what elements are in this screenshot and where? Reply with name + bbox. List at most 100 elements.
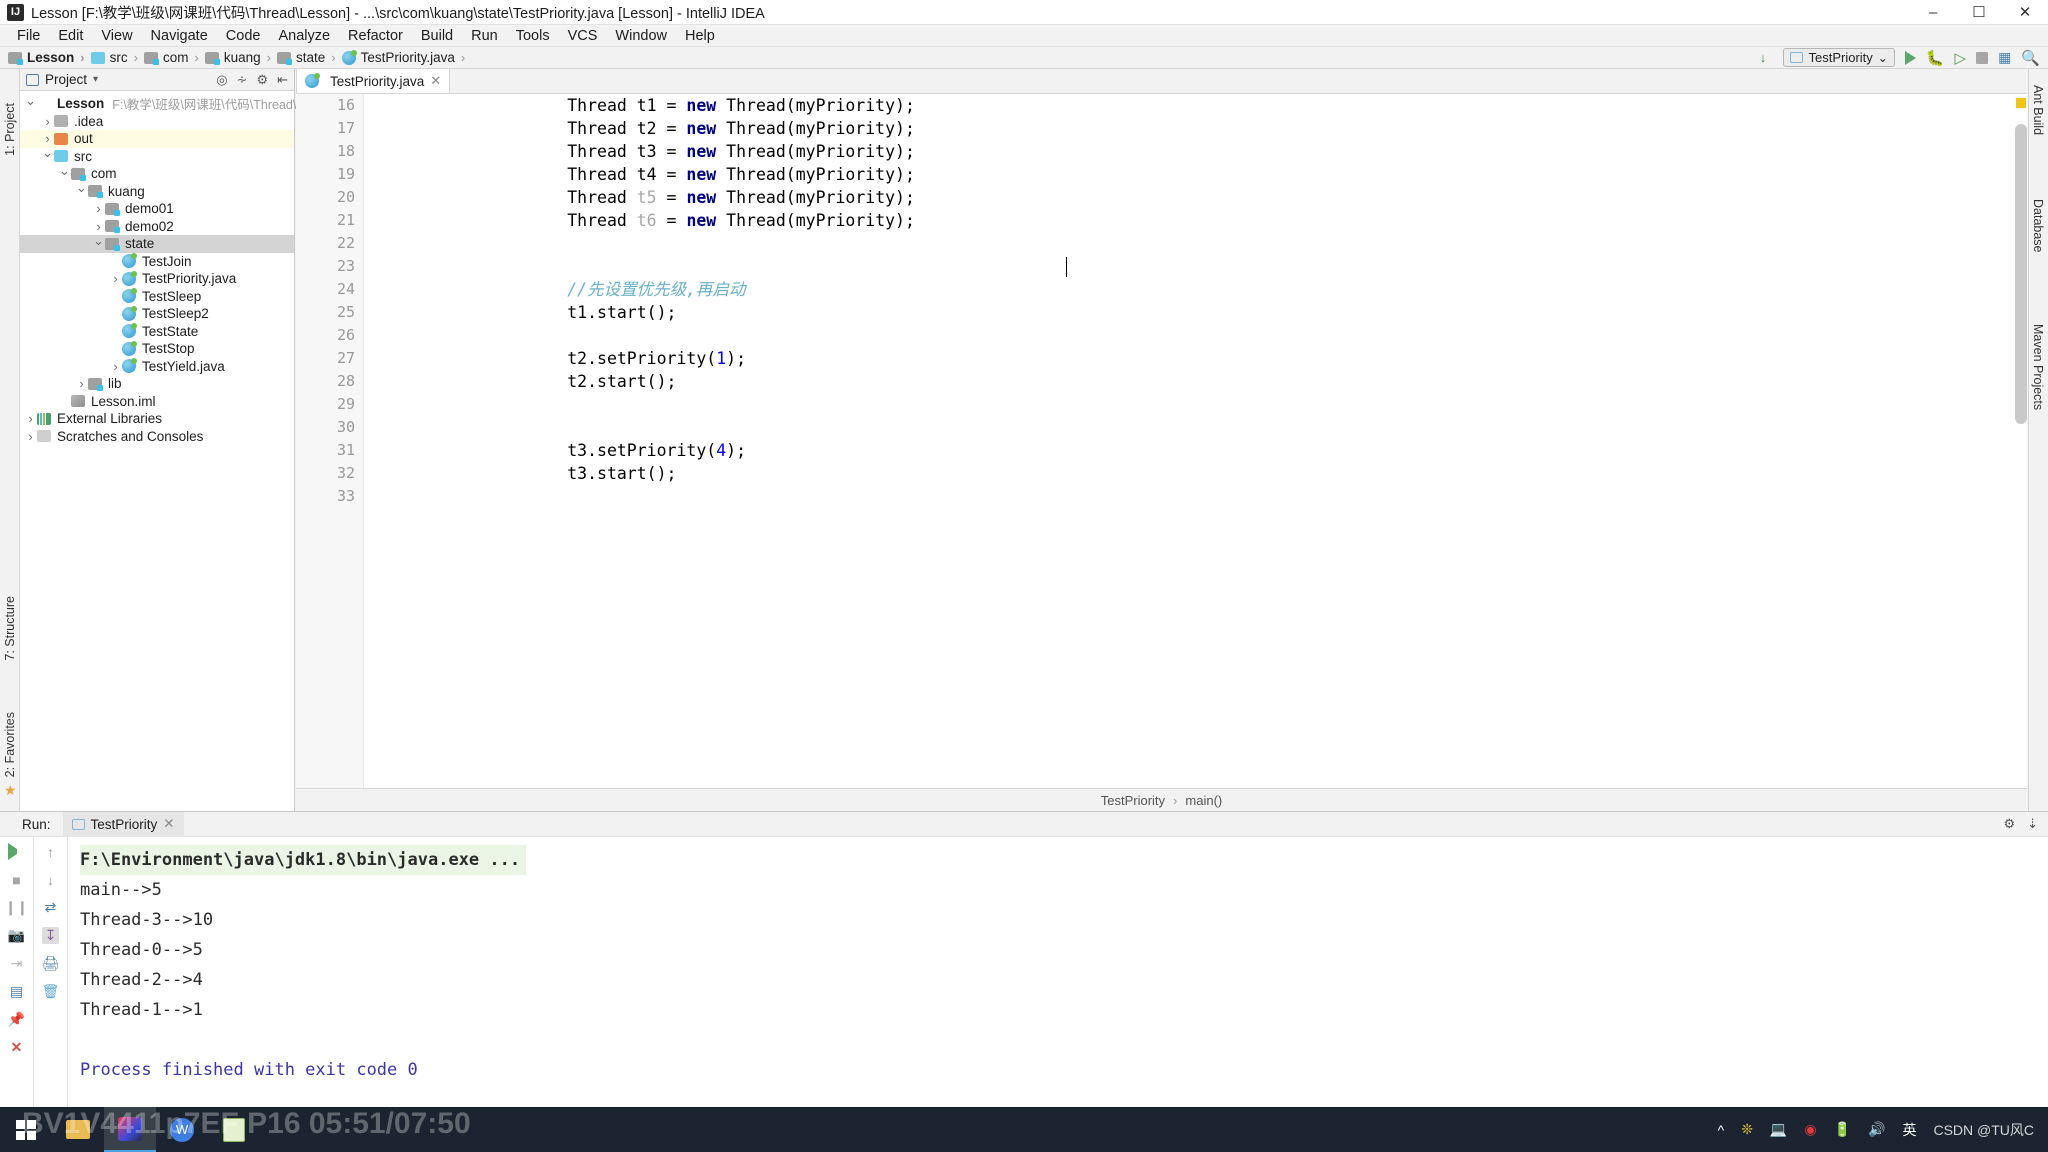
code-line[interactable]: t1.start();	[386, 301, 2013, 324]
menu-help[interactable]: Help	[676, 25, 724, 47]
editor-tab-testpriority[interactable]: TestPriority.java ✕	[296, 68, 451, 93]
tree-node-external-libraries[interactable]: External Libraries	[20, 410, 294, 428]
menu-vcs[interactable]: VCS	[559, 25, 607, 47]
stop-icon[interactable]	[1976, 51, 1989, 64]
camera-icon[interactable]: 📷	[8, 927, 25, 944]
tree-node-state[interactable]: state	[20, 235, 294, 253]
sort-numeric-icon[interactable]: ↓	[1760, 50, 1774, 65]
close-icon[interactable]: ✕	[430, 73, 441, 89]
tree-node-kuang[interactable]: kuang	[20, 183, 294, 201]
breadcrumb-file[interactable]: TestPriority.java ›	[341, 49, 472, 65]
code-line[interactable]: Thread t5 = new Thread(myPriority);	[386, 186, 2013, 209]
sidebar-tab-maven-projects[interactable]: Maven Projects	[2031, 324, 2045, 410]
chevron-right-icon[interactable]	[75, 376, 88, 391]
menu-view[interactable]: View	[92, 25, 141, 47]
ime-icon[interactable]: 英	[1902, 1120, 1916, 1140]
breadcrumb-kuang[interactable]: kuang ›	[204, 50, 277, 65]
breadcrumb-com[interactable]: com ›	[143, 50, 205, 65]
code-line[interactable]: Thread t1 = new Thread(myPriority);	[386, 94, 2013, 117]
debug-icon[interactable]: 🐛	[1926, 49, 1945, 67]
scroll-down-icon[interactable]: ↓	[42, 871, 59, 888]
chevron-down-icon[interactable]	[41, 148, 54, 164]
chevron-down-icon[interactable]	[58, 166, 71, 182]
code-line[interactable]: Thread t2 = new Thread(myPriority);	[386, 117, 2013, 140]
tree-node-testsleep2[interactable]: TestSleep2	[20, 305, 294, 323]
tree-node--idea[interactable]: .idea	[20, 113, 294, 131]
battery-icon[interactable]: 🔋	[1834, 1121, 1851, 1138]
chevron-right-icon[interactable]	[92, 201, 105, 216]
sidebar-tab-favorites[interactable]: 2: Favorites	[3, 712, 17, 777]
tree-node-testjoin[interactable]: TestJoin	[20, 253, 294, 271]
breadcrumb-method[interactable]: main()	[1185, 793, 1222, 808]
breadcrumb-class[interactable]: TestPriority	[1101, 793, 1165, 808]
run-icon[interactable]	[1904, 50, 1916, 65]
tree-node-testyield-java[interactable]: TestYield.java	[20, 358, 294, 376]
menu-code[interactable]: Code	[217, 25, 270, 47]
volume-icon[interactable]: 🔊	[1868, 1121, 1885, 1138]
network-icon[interactable]: 💻	[1770, 1121, 1787, 1138]
chevron-down-icon[interactable]	[92, 236, 105, 252]
run-with-coverage-icon[interactable]: ▷	[1955, 49, 1967, 67]
code-line[interactable]: Thread t3 = new Thread(myPriority);	[386, 140, 2013, 163]
code-line[interactable]: t3.start();	[386, 462, 2013, 485]
menu-analyze[interactable]: Analyze	[269, 25, 339, 47]
chevron-right-icon[interactable]	[41, 131, 54, 146]
taskbar-notepad-icon[interactable]	[208, 1107, 260, 1152]
menu-refactor[interactable]: Refactor	[339, 25, 412, 47]
code-line[interactable]	[386, 232, 2013, 255]
minimize-button[interactable]: –	[1910, 0, 1956, 25]
code-line[interactable]	[386, 324, 2013, 347]
tree-node-demo02[interactable]: demo02	[20, 218, 294, 236]
trash-icon[interactable]: 🗑	[42, 983, 60, 1000]
menu-edit[interactable]: Edit	[49, 25, 92, 47]
tree-node-demo01[interactable]: demo01	[20, 200, 294, 218]
close-icon[interactable]: ✕	[163, 816, 174, 832]
menu-window[interactable]: Window	[606, 25, 676, 47]
code-line[interactable]	[386, 393, 2013, 416]
code-line[interactable]: t3.setPriority(4);	[386, 439, 2013, 462]
chevron-right-icon[interactable]	[109, 271, 122, 286]
code-content[interactable]: Thread t1 = new Thread(myPriority); Thre…	[386, 94, 2013, 508]
chevron-right-icon[interactable]	[92, 219, 105, 234]
sidebar-tab-ant-build[interactable]: Ant Build	[2031, 85, 2045, 135]
tree-node-scratches-and-consoles[interactable]: Scratches and Consoles	[20, 428, 294, 446]
run-configuration-selector[interactable]: TestPriority ⌄	[1783, 48, 1895, 67]
tree-node-teststate[interactable]: TestState	[20, 323, 294, 341]
sidebar-tab-database[interactable]: Database	[2031, 199, 2045, 253]
menu-build[interactable]: Build	[412, 25, 462, 47]
maximize-button[interactable]: ☐	[1956, 0, 2002, 25]
code-line[interactable]	[386, 485, 2013, 508]
menu-run[interactable]: Run	[462, 25, 507, 47]
layout-icon[interactable]: ▦	[1998, 49, 2011, 66]
project-tree[interactable]: LessonF:\教学\班级\网课班\代码\Thread\Lesson.idea…	[20, 91, 337, 446]
run-tab-testpriority[interactable]: TestPriority ✕	[62, 811, 184, 837]
tree-node-testpriority-java[interactable]: TestPriority.java	[20, 270, 294, 288]
target-icon[interactable]: ◎	[216, 72, 227, 88]
tree-node-teststop[interactable]: TestStop	[20, 340, 294, 358]
rerun-icon[interactable]	[8, 843, 25, 860]
settings-icon[interactable]: ⚙	[256, 72, 268, 88]
chevron-down-icon[interactable]: ▾	[93, 74, 98, 85]
tree-node-out[interactable]: out	[20, 130, 294, 148]
close-x-icon[interactable]: ✕	[8, 1039, 25, 1056]
record-icon[interactable]: ◉	[1804, 1121, 1816, 1138]
code-editor[interactable]: 16 17 18 19 20 21 22 23 24 25 26 27 28 29 30 31 32 33 Thr…	[296, 94, 2027, 788]
scroll-to-end-icon[interactable]: ↧	[42, 927, 59, 944]
tree-node-testsleep[interactable]: TestSleep	[20, 288, 294, 306]
menu-file[interactable]: File	[8, 25, 49, 47]
taskbar-intellij-idea-icon[interactable]	[104, 1107, 156, 1152]
hide-icon[interactable]: ⇤	[277, 72, 288, 88]
pause-icon[interactable]: ❙❙	[5, 899, 28, 916]
chevron-down-icon[interactable]	[75, 183, 88, 199]
tree-node-com[interactable]: com	[20, 165, 294, 183]
chevron-right-icon[interactable]	[109, 359, 122, 374]
breadcrumb-state[interactable]: state ›	[276, 50, 342, 65]
code-line[interactable]: t2.start();	[386, 370, 2013, 393]
hide-icon[interactable]: ⇣	[2027, 816, 2038, 832]
close-button[interactable]: ✕	[2002, 0, 2048, 25]
editor-scrollbar[interactable]	[2015, 124, 2027, 424]
code-line[interactable]	[386, 416, 2013, 439]
sidebar-tab-project[interactable]: 1: Project	[3, 103, 17, 156]
pin-icon[interactable]: 📌	[8, 1011, 25, 1028]
breadcrumb-lesson[interactable]: Lesson ›	[8, 50, 91, 65]
